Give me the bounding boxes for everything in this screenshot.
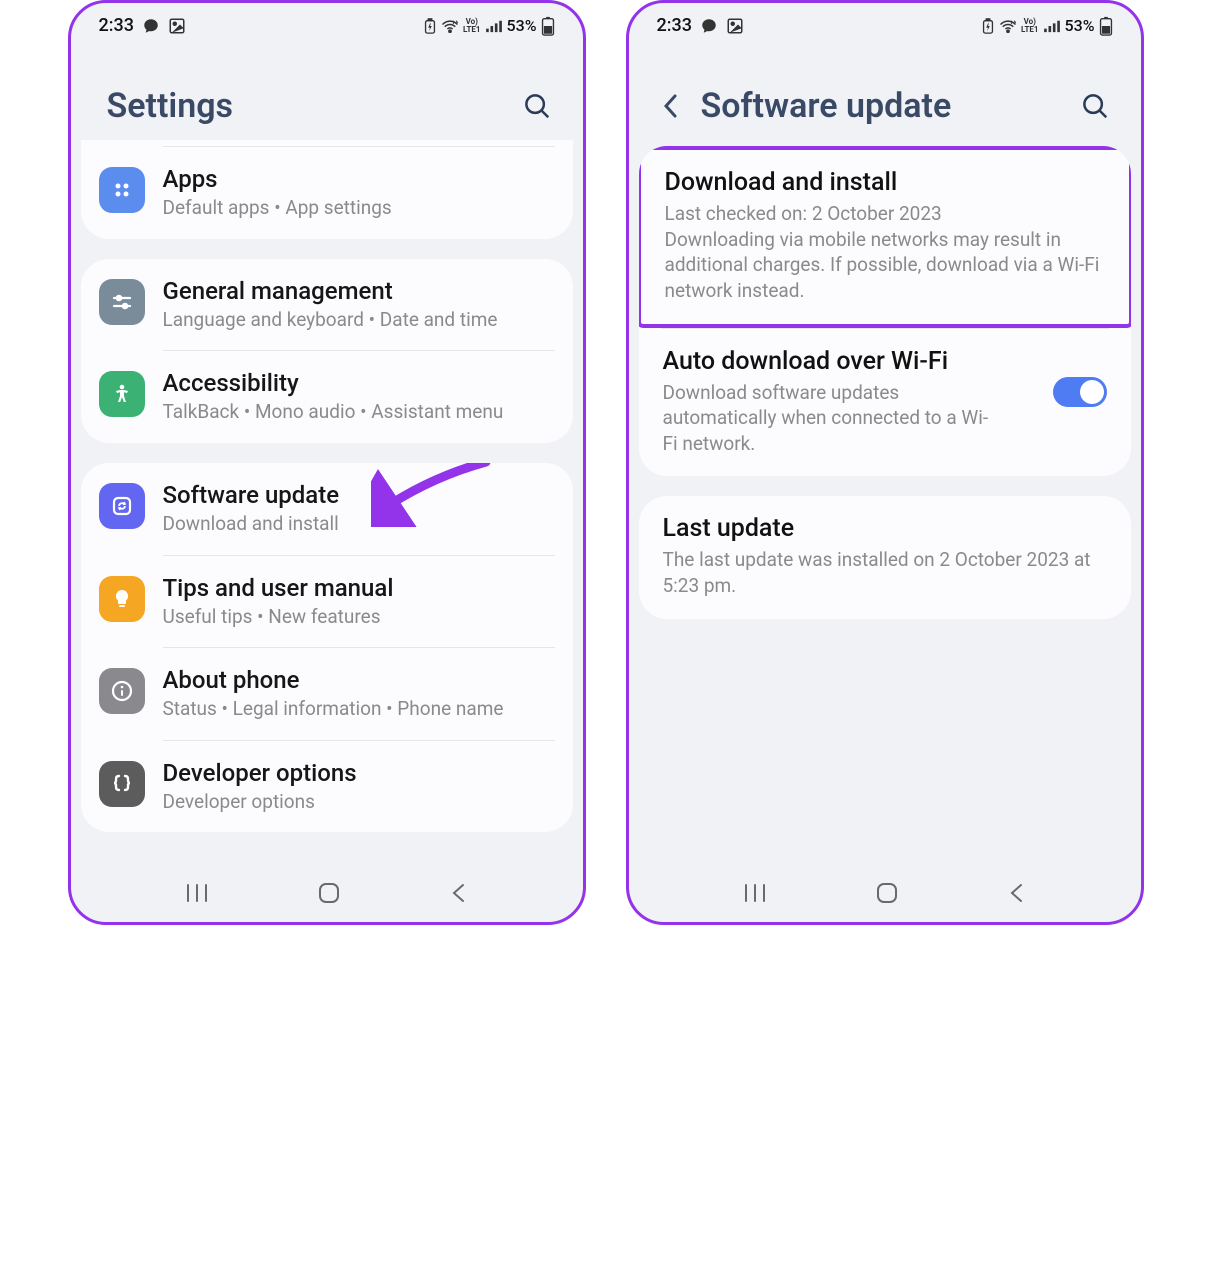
row-sub: The last update was installed on 2 Octob…: [663, 547, 1103, 598]
row-sub: Download software updates automatically …: [663, 380, 993, 457]
row-sub: Last checked on: 2 October 2023 Download…: [665, 201, 1105, 304]
settings-row-general-management[interactable]: General management Language and keyboard…: [81, 259, 573, 351]
row-sub: Download and install: [163, 511, 551, 537]
volte-icon: Vo)LTE1: [1021, 18, 1039, 34]
phone-screen-settings: 2:33 Vo)LTE1 53% Settings: [68, 0, 586, 925]
settings-row-apps[interactable]: Apps Default apps • App settings: [81, 147, 573, 239]
row-label: Software update: [163, 481, 551, 509]
row-label: Apps: [163, 165, 551, 193]
back-button[interactable]: [651, 92, 691, 120]
status-time: 2:33: [657, 15, 692, 36]
row-sub: TalkBack • Mono audio • Assistant menu: [163, 399, 551, 425]
bulb-icon: [99, 576, 145, 622]
signal-icon: [485, 19, 503, 33]
battery-icon: [541, 16, 555, 36]
row-label: Tips and user manual: [163, 574, 551, 602]
row-label: Auto download over Wi-Fi: [663, 347, 1039, 376]
software-update-header: Software update: [629, 40, 1141, 140]
row-label: Last update: [663, 514, 1107, 543]
battery-icon: [1099, 16, 1113, 36]
settings-row-developer-options[interactable]: Developer options Developer options: [81, 741, 573, 833]
phone-screen-software-update: 2:33 Vo)LTE1 53% Software update: [626, 0, 1144, 925]
row-last-update[interactable]: Last update The last update was installe…: [639, 496, 1131, 618]
row-download-and-install[interactable]: Download and install Last checked on: 2 …: [639, 146, 1131, 328]
braces-icon: [99, 761, 145, 807]
settings-card: General management Language and keyboard…: [81, 259, 573, 443]
settings-header: Settings: [71, 40, 583, 140]
apps-icon: [99, 167, 145, 213]
row-auto-download-wifi[interactable]: Auto download over Wi-Fi Download softwa…: [639, 329, 1131, 477]
row-label: General management: [163, 277, 551, 305]
status-bar: 2:33 Vo)LTE1 53%: [71, 3, 583, 40]
update-card: Last update The last update was installe…: [639, 496, 1131, 618]
battery-saver-icon: [423, 18, 437, 34]
row-label: Download and install: [665, 168, 1105, 197]
settings-card: Software update Download and install Tip…: [81, 463, 573, 833]
settings-row-about-phone[interactable]: About phone Status • Legal information •…: [81, 648, 573, 740]
wifi-icon: [441, 19, 459, 33]
update-icon: [99, 483, 145, 529]
chat-icon: [142, 17, 160, 35]
accessibility-icon: [99, 371, 145, 417]
image-icon: [726, 17, 744, 35]
nav-home-button[interactable]: [316, 880, 342, 906]
row-label: Developer options: [163, 759, 551, 787]
chat-icon: [700, 17, 718, 35]
row-sub: Language and keyboard • Date and time: [163, 307, 551, 333]
wifi-icon: [999, 19, 1017, 33]
battery-saver-icon: [981, 18, 995, 34]
row-label: Accessibility: [163, 369, 551, 397]
battery-percent: 53%: [1065, 16, 1095, 35]
status-time: 2:33: [99, 15, 134, 36]
row-sub: Default apps • App settings: [163, 195, 551, 221]
nav-back-button[interactable]: [1007, 880, 1027, 906]
auto-download-toggle[interactable]: [1053, 377, 1107, 407]
update-card: Download and install Last checked on: 2 …: [639, 146, 1131, 476]
page-title: Settings: [107, 86, 517, 126]
settings-row-software-update[interactable]: Software update Download and install: [81, 463, 573, 555]
volte-icon: Vo)LTE1: [463, 18, 481, 34]
nav-bar: [629, 880, 1141, 906]
settings-card: Apps Default apps • App settings: [81, 140, 573, 239]
search-button[interactable]: [1075, 91, 1115, 121]
nav-recents-button[interactable]: [184, 880, 210, 906]
status-bar: 2:33 Vo)LTE1 53%: [629, 3, 1141, 40]
nav-recents-button[interactable]: [742, 880, 768, 906]
signal-icon: [1043, 19, 1061, 33]
search-button[interactable]: [517, 91, 557, 121]
nav-bar: [71, 880, 583, 906]
nav-back-button[interactable]: [449, 880, 469, 906]
nav-home-button[interactable]: [874, 880, 900, 906]
page-title: Software update: [701, 86, 1075, 126]
row-sub: Useful tips • New features: [163, 604, 551, 630]
row-sub: Status • Legal information • Phone name: [163, 696, 551, 722]
battery-percent: 53%: [507, 16, 537, 35]
sliders-icon: [99, 279, 145, 325]
info-icon: [99, 668, 145, 714]
settings-row-accessibility[interactable]: Accessibility TalkBack • Mono audio • As…: [81, 351, 573, 443]
image-icon: [168, 17, 186, 35]
row-sub: Developer options: [163, 789, 551, 815]
row-label: About phone: [163, 666, 551, 694]
settings-row-tips[interactable]: Tips and user manual Useful tips • New f…: [81, 556, 573, 648]
